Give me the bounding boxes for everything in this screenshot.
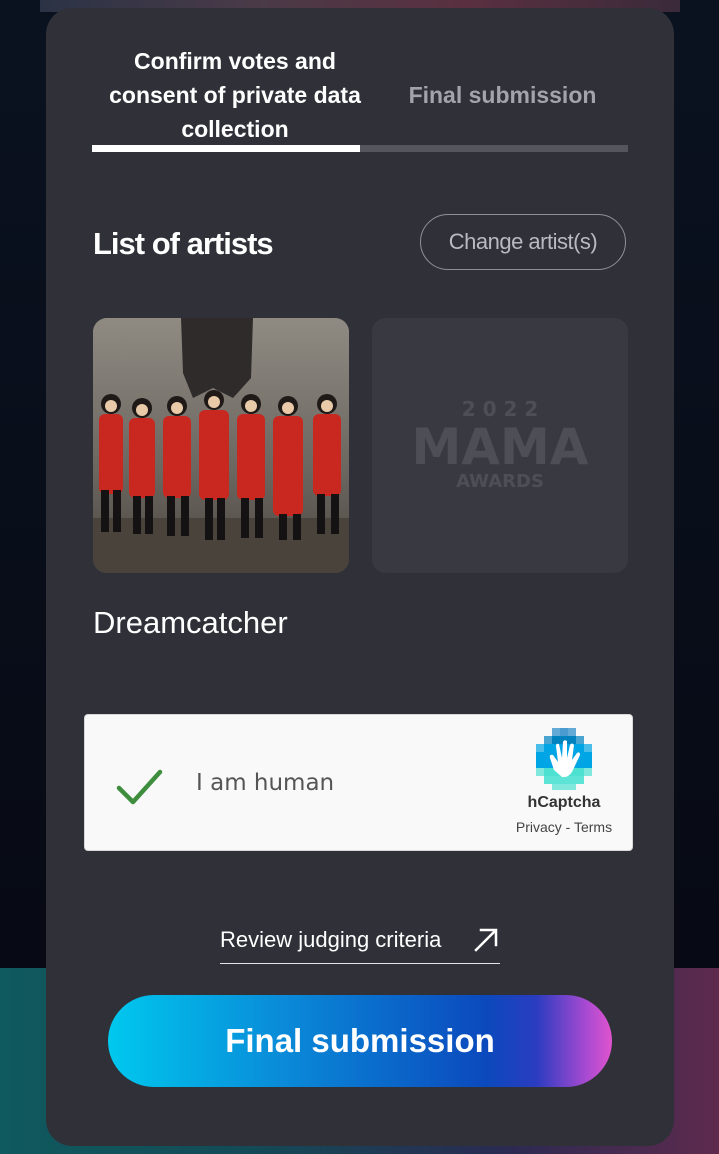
empty-artist-slot: 2 0 2 2 MAMA AWARDS bbox=[372, 318, 628, 573]
vote-confirmation-modal bbox=[46, 8, 674, 1146]
section-title: List of artists bbox=[93, 226, 274, 261]
captcha-label: I am human bbox=[196, 770, 335, 796]
review-judging-criteria-link[interactable]: Review judging criteria bbox=[220, 922, 500, 964]
tab-final-submission[interactable]: Final submission bbox=[370, 78, 635, 112]
captcha-privacy-terms-link[interactable]: Privacy - Terms bbox=[500, 817, 628, 837]
artist-name: Dreamcatcher bbox=[93, 605, 288, 640]
logo-wordmark-text: MAMA bbox=[412, 418, 589, 476]
mama-awards-logo: 2 0 2 2 MAMA AWARDS bbox=[412, 397, 589, 492]
artist-group-photo bbox=[93, 318, 349, 573]
artist-photo-card[interactable] bbox=[93, 318, 349, 573]
tab-confirm-votes[interactable]: Confirm votes and consent of private dat… bbox=[90, 44, 380, 146]
logo-subtitle-text: AWARDS bbox=[456, 471, 544, 492]
review-link-label: Review judging criteria bbox=[220, 927, 442, 952]
checkmark-icon[interactable] bbox=[114, 762, 164, 812]
hcaptcha-brand: hCaptcha bbox=[527, 794, 601, 811]
step-progress-fill bbox=[92, 145, 360, 152]
external-arrow-icon bbox=[474, 928, 498, 952]
final-submission-button[interactable]: Final submission bbox=[108, 995, 612, 1087]
hcaptcha-logo-icon bbox=[536, 728, 592, 790]
change-artists-button[interactable]: Change artist(s) bbox=[420, 214, 626, 270]
